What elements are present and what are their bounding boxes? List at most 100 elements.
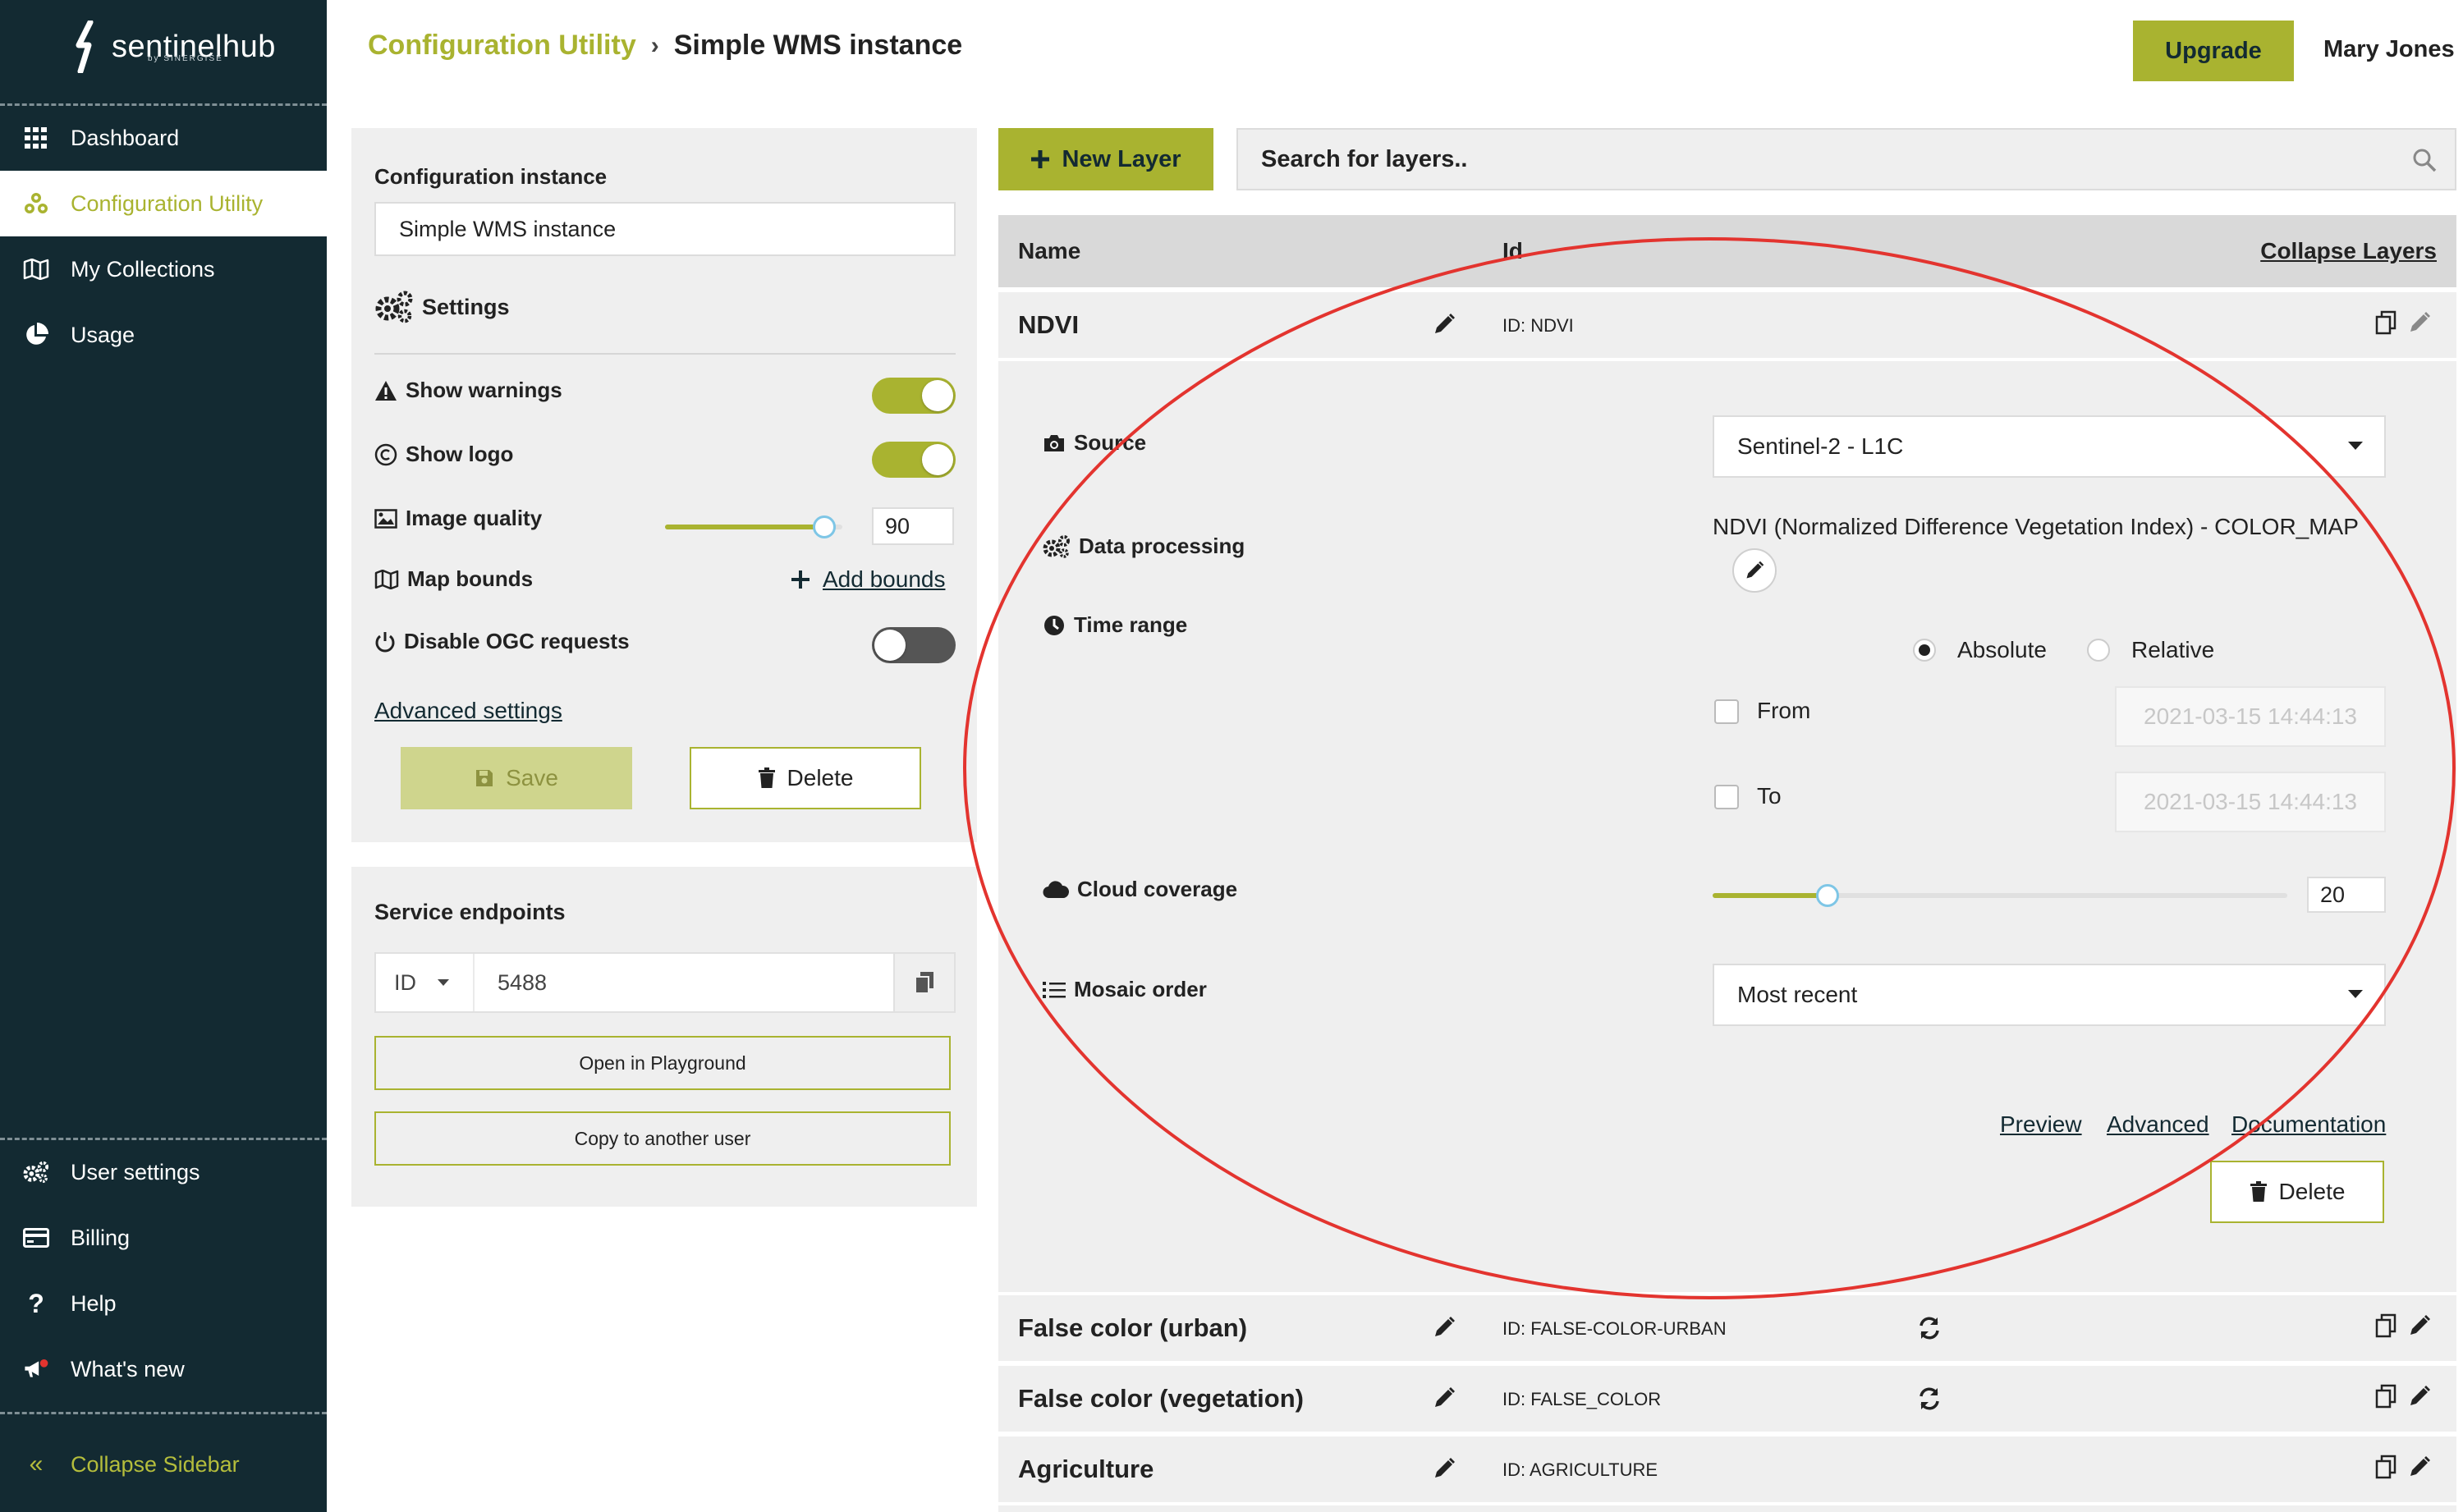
caret-down-icon (2348, 442, 2363, 450)
show-warnings-toggle[interactable] (872, 378, 956, 414)
copy-icon[interactable] (2374, 310, 2397, 335)
pencil-icon[interactable] (1432, 312, 1456, 337)
column-name-header: Name (1018, 238, 1081, 263)
caret-down-icon (2348, 990, 2363, 998)
endpoint-divider (473, 954, 475, 1011)
copy-id-button[interactable] (893, 954, 954, 1011)
pencil-icon[interactable] (1432, 1386, 1456, 1410)
layer-row[interactable]: Agriculture ID: AGRICULTURE (998, 1436, 2456, 1502)
sidebar-item-label: Dashboard (71, 125, 180, 150)
sidebar-item-configuration-utility[interactable]: Configuration Utility (0, 171, 327, 236)
disable-ogc-toggle[interactable] (872, 627, 956, 663)
sidebar-item-billing[interactable]: Billing (0, 1205, 327, 1271)
advanced-settings-link[interactable]: Advanced settings (374, 698, 562, 724)
cloud-coverage-slider[interactable] (1713, 884, 2287, 907)
from-date-input[interactable]: 2021-03-15 14:44:13 (2115, 686, 2386, 747)
copy-icon[interactable] (2374, 1313, 2397, 1338)
search-icon[interactable] (2412, 148, 2437, 172)
breadcrumb-root-link[interactable]: Configuration Utility (368, 30, 636, 62)
relative-radio[interactable] (2087, 639, 2110, 662)
image-quality-slider[interactable] (665, 515, 842, 538)
delete-layer-button[interactable]: Delete (2210, 1161, 2384, 1223)
sidebar-item-my-collections[interactable]: My Collections (0, 236, 327, 302)
cloud-coverage-slider-handle[interactable] (1816, 884, 1839, 907)
pencil-icon[interactable] (2407, 1313, 2432, 1338)
mosaic-order-select[interactable]: Most recent (1713, 964, 2386, 1026)
from-checkbox[interactable] (1714, 699, 1739, 724)
map-icon (374, 569, 399, 589)
to-checkbox[interactable] (1714, 785, 1739, 809)
breadcrumb: Configuration Utility › Simple WMS insta… (368, 30, 962, 62)
map-bounds-row: Map bounds (374, 566, 533, 592)
sidebar-item-label: User settings (71, 1159, 200, 1184)
collapse-layers-link[interactable]: Collapse Layers (2260, 238, 2437, 264)
layer-id: ID: FALSE-COLOR-URBAN (1502, 1318, 1727, 1339)
endpoint-id-group: ID 5488 (374, 952, 956, 1013)
grid-icon (23, 125, 49, 151)
pencil-icon[interactable] (2407, 310, 2432, 335)
cloud-coverage-row: Cloud coverage (1043, 877, 1237, 902)
instance-name-input[interactable]: Simple WMS instance (374, 202, 956, 256)
sidebar-item-help[interactable]: ? Help (0, 1271, 327, 1336)
layer-row-actions (2374, 1455, 2432, 1479)
delete-layer-label: Delete (2278, 1179, 2346, 1204)
save-label: Save (506, 765, 558, 790)
to-date-input[interactable]: 2021-03-15 14:44:13 (2115, 772, 2386, 832)
show-warnings-label: Show warnings (406, 378, 562, 402)
new-layer-button[interactable]: New Layer (998, 128, 1213, 190)
preview-link[interactable]: Preview (2000, 1111, 2082, 1138)
advanced-link[interactable]: Advanced (2107, 1111, 2209, 1138)
question-icon: ? (28, 1288, 44, 1318)
copy-icon[interactable] (2374, 1455, 2397, 1479)
add-bounds-button[interactable]: Add bounds (790, 566, 945, 593)
pencil-icon[interactable] (1432, 1315, 1456, 1340)
service-endpoints-title: Service endpoints (374, 900, 566, 924)
user-menu[interactable]: Mary Jones (2323, 36, 2455, 63)
megaphone-icon (23, 1356, 49, 1382)
documentation-link[interactable]: Documentation (2231, 1111, 2386, 1138)
layer-row-ndvi[interactable]: NDVI ID: NDVI (998, 292, 2456, 358)
sidebar-item-dashboard[interactable]: Dashboard (0, 105, 327, 171)
configuration-icon (23, 190, 49, 217)
sidebar-item-label: Usage (71, 322, 135, 347)
pencil-icon[interactable] (1432, 1456, 1456, 1481)
upgrade-button[interactable]: Upgrade (2133, 21, 2294, 81)
copy-icon[interactable] (2374, 1384, 2397, 1409)
endpoint-type-select[interactable]: ID (376, 954, 473, 1011)
sidebar-item-usage[interactable]: Usage (0, 302, 327, 368)
refresh-icon[interactable] (1916, 1386, 1942, 1412)
show-logo-toggle[interactable] (872, 442, 956, 478)
layer-row[interactable]: False color (urban) ID: FALSE-COLOR-URBA… (998, 1295, 2456, 1361)
image-quality-slider-handle[interactable] (813, 515, 837, 538)
absolute-radio[interactable] (1913, 639, 1936, 662)
copy-to-another-user-button[interactable]: Copy to another user (374, 1111, 951, 1166)
camera-icon (1044, 434, 1064, 451)
logo[interactable]: sentinelhub (72, 18, 276, 76)
sidebar-item-user-settings[interactable]: User settings (0, 1139, 327, 1205)
search-placeholder: Search for layers.. (1261, 145, 1468, 172)
save-button[interactable]: Save (401, 747, 632, 809)
pencil-icon[interactable] (2407, 1455, 2432, 1479)
to-label: To (1757, 783, 1782, 809)
refresh-icon[interactable] (1916, 1315, 1942, 1341)
sidebar-divider (0, 1412, 327, 1414)
cloud-coverage-input[interactable]: 20 (2307, 877, 2386, 913)
layers-table-header: Name Id Collapse Layers (998, 215, 2456, 287)
delete-instance-button[interactable]: Delete (690, 747, 921, 809)
time-range-label: Time range (1074, 612, 1188, 637)
source-select[interactable]: Sentinel-2 - L1C (1713, 415, 2386, 478)
collapse-sidebar-button[interactable]: « Collapse Sidebar (0, 1432, 327, 1497)
relative-label: Relative (2131, 637, 2215, 662)
delete-label: Delete (787, 765, 854, 790)
layer-row[interactable]: False color (vegetation) ID: FALSE_COLOR (998, 1366, 2456, 1432)
pencil-icon[interactable] (2407, 1384, 2432, 1409)
open-in-playground-button[interactable]: Open in Playground (374, 1036, 951, 1090)
edit-data-processing-button[interactable] (1732, 548, 1777, 593)
column-id-header: Id (1502, 238, 1523, 263)
add-bounds-link[interactable]: Add bounds (823, 566, 945, 593)
image-quality-input[interactable]: 90 (872, 507, 954, 545)
copyright-icon (374, 443, 397, 465)
layer-search-input[interactable]: Search for layers.. (1236, 128, 2456, 190)
endpoint-id-value[interactable]: 5488 (498, 954, 547, 1011)
sidebar-item-whats-new[interactable]: What's new (0, 1336, 327, 1402)
